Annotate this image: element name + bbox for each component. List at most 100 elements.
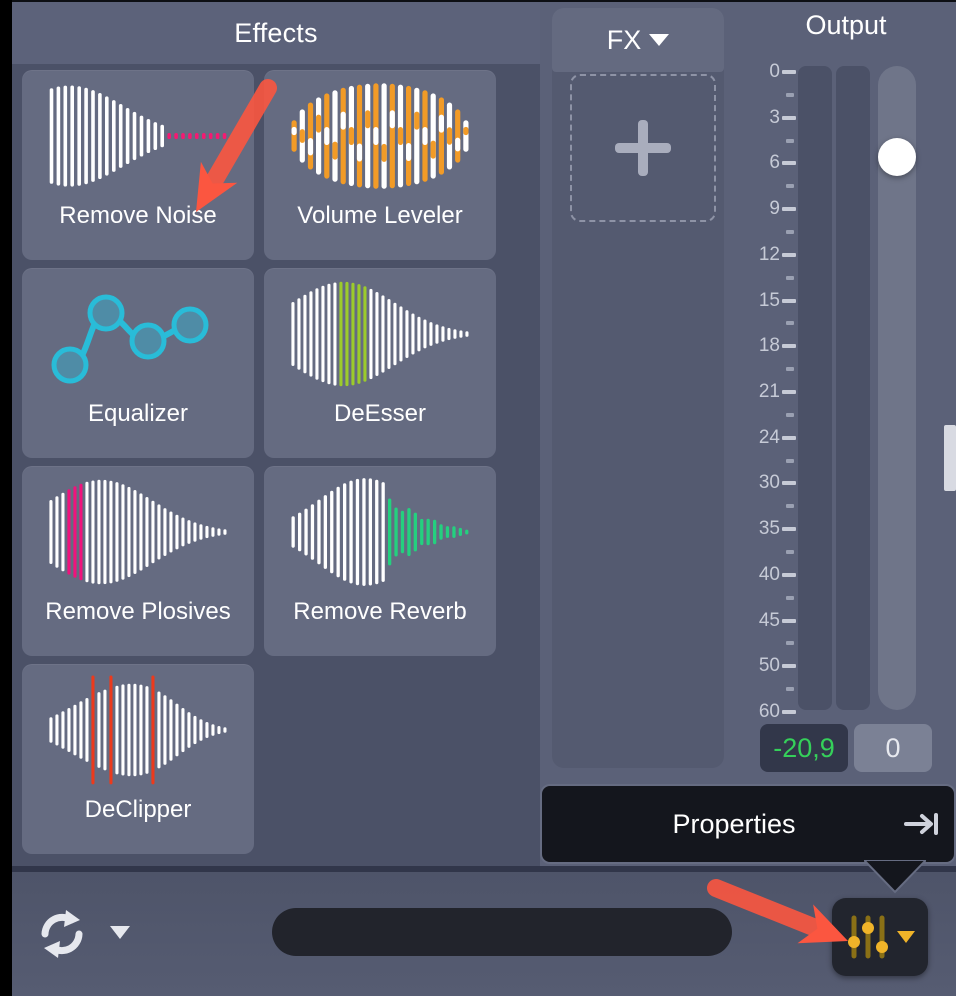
page-title: Effects <box>234 17 318 48</box>
db-scale-label: 60 <box>758 701 780 722</box>
db-scale-tick <box>782 252 796 257</box>
fx-output-panel: FX Output 0 3 6 9 12 15 18 21 24 30 35 40 45 50 60 -20… <box>540 2 956 868</box>
app-window: Effects Remove Noise Volume Leveler Equali… <box>0 0 956 996</box>
window-left-edge <box>0 0 12 996</box>
db-scale-minor-tick <box>786 184 794 189</box>
db-scale-label: 50 <box>758 655 780 677</box>
meter-bar-right <box>836 66 870 710</box>
window-top-edge <box>0 0 956 2</box>
effects-panel: Effects Remove Noise Volume Leveler Equali… <box>12 2 540 868</box>
db-scale-tick <box>782 481 796 486</box>
db-scale-tick <box>782 344 796 349</box>
effect-tile-volume-leveler[interactable]: Volume Leveler <box>264 70 496 260</box>
db-scale-minor-tick <box>786 504 794 509</box>
plus-icon <box>615 120 671 176</box>
output-title: Output <box>805 10 887 40</box>
db-scale-minor-tick <box>786 367 794 372</box>
db-scale: 0 3 6 9 12 15 18 21 24 30 35 40 45 50 60 <box>736 60 796 722</box>
db-scale-label: 9 <box>769 198 780 220</box>
properties-label: Properties <box>672 808 796 839</box>
db-scale-tick <box>782 527 796 532</box>
db-scale-tick <box>782 115 796 120</box>
scrollbar-thumb[interactable] <box>944 425 956 491</box>
collapse-right-icon[interactable] <box>890 811 954 837</box>
db-scale-label: 40 <box>758 563 780 585</box>
db-scale-minor-tick <box>786 138 794 143</box>
effect-tile-label: Equalizer <box>87 400 189 427</box>
db-scale-minor-tick <box>786 230 794 234</box>
effect-tile-remove-reverb[interactable]: Remove Reverb <box>264 466 496 656</box>
db-scale-tick <box>782 390 796 394</box>
meter-peak-value[interactable]: -20,9 <box>760 724 848 772</box>
output-fader-knob[interactable] <box>878 138 916 176</box>
transport-bar <box>12 872 956 996</box>
effect-tile-deesser[interactable]: DeEsser <box>264 268 496 458</box>
tooltip-arrow-tail <box>864 860 926 894</box>
db-scale-tick <box>782 70 796 74</box>
db-scale-minor-tick <box>786 458 794 463</box>
effect-tile-label: DeEsser <box>333 400 427 427</box>
db-scale-label: 35 <box>758 518 780 540</box>
db-scale-label: 45 <box>758 609 780 631</box>
caret-down-icon[interactable] <box>110 926 130 939</box>
loop-icon <box>41 910 83 958</box>
effects-panel-header: Effects <box>12 2 540 64</box>
db-scale-tick <box>782 207 796 212</box>
effects-grid: Remove Noise Volume Leveler Equalizer DeEss… <box>12 64 540 868</box>
db-scale-label: 6 <box>769 152 780 174</box>
db-scale-minor-tick <box>786 321 794 326</box>
effect-tile-label: Volume Leveler <box>297 202 463 229</box>
db-scale-tick <box>782 618 796 623</box>
db-scale-minor-tick <box>786 687 794 692</box>
db-scale-label: 18 <box>758 335 780 357</box>
db-scale-tick <box>782 435 796 440</box>
db-scale-tick <box>782 161 796 166</box>
db-scale-tick <box>782 572 796 577</box>
effect-tile-label: DeClipper <box>84 796 192 823</box>
progress-bar[interactable] <box>272 908 732 956</box>
loop-button[interactable] <box>30 902 94 966</box>
fx-label: FX <box>606 24 642 55</box>
db-scale-tick <box>782 710 796 714</box>
waveform-declipper-icon <box>22 664 254 796</box>
waveform-deesser-icon <box>264 268 496 400</box>
effect-tile-label: Remove Reverb <box>293 598 467 625</box>
db-scale-minor-tick <box>786 550 794 554</box>
effect-tile-declipper[interactable]: DeClipper <box>22 664 254 854</box>
output-value-row: -20,9 0 <box>736 724 956 772</box>
fx-chain-card: FX <box>552 8 724 768</box>
caret-down-icon[interactable] <box>897 931 915 943</box>
effect-tile-remove-noise[interactable]: Remove Noise <box>22 70 254 260</box>
db-scale-minor-tick <box>786 641 794 646</box>
output-gain-value[interactable]: 0 <box>854 724 932 772</box>
db-scale-minor-tick <box>786 275 794 280</box>
effect-tile-equalizer[interactable]: Equalizer <box>22 268 254 458</box>
db-scale-label: 30 <box>758 472 780 494</box>
properties-tooltip: Properties <box>540 784 956 864</box>
waveform-leveler-icon <box>264 70 496 202</box>
eq-curve-icon <box>22 268 254 400</box>
fx-dropdown-button[interactable]: FX <box>552 8 724 72</box>
db-scale-label: 24 <box>758 426 780 448</box>
mixer-button[interactable] <box>832 898 928 976</box>
sliders-icon <box>848 915 888 959</box>
chevron-down-icon <box>649 34 670 46</box>
db-scale-label: 21 <box>758 381 780 402</box>
output-meter-area: 0 3 6 9 12 15 18 21 24 30 35 40 45 50 60 <box>736 60 956 722</box>
effect-tile-label: Remove Noise <box>59 202 217 229</box>
effect-tile-remove-plosives[interactable]: Remove Plosives <box>22 466 254 656</box>
waveform-reverb-icon <box>264 466 496 598</box>
waveform-noise-icon <box>22 70 254 202</box>
db-scale-minor-tick <box>786 595 794 600</box>
db-scale-label: 12 <box>758 243 780 265</box>
meter-bar-left <box>798 66 832 710</box>
waveform-plosives-icon <box>22 466 254 598</box>
db-scale-tick <box>782 298 796 303</box>
db-scale-minor-tick <box>786 92 794 97</box>
db-scale-tick <box>782 664 796 669</box>
effect-tile-label: Remove Plosives <box>45 598 231 625</box>
db-scale-label: 15 <box>758 289 780 311</box>
bottom-bar-divider <box>12 866 956 872</box>
db-scale-label: 3 <box>769 106 780 128</box>
fx-add-effect-slot[interactable] <box>570 74 716 222</box>
